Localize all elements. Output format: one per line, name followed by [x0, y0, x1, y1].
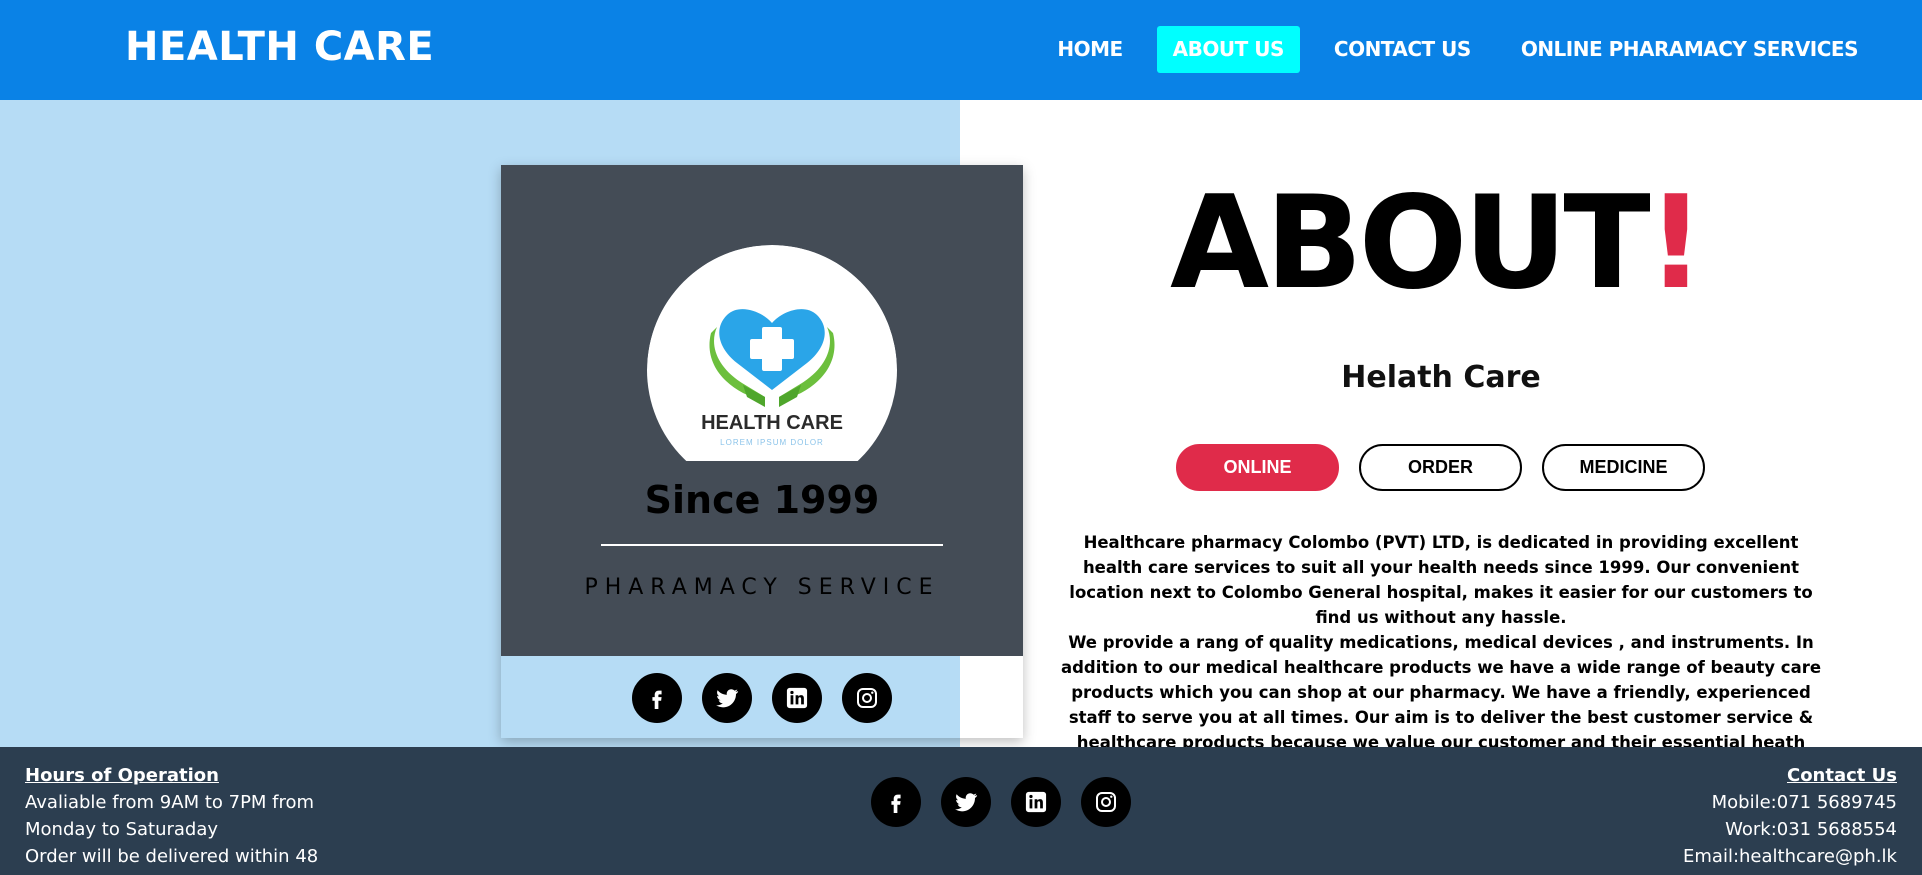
hours-line-3: Order will be delivered within 48: [25, 846, 319, 867]
facebook-icon[interactable]: [632, 673, 682, 723]
service-label: PHARAMACY SERVICE: [584, 575, 940, 600]
twitter-icon[interactable]: [702, 673, 752, 723]
nav-about-us[interactable]: ABOUT US: [1156, 26, 1300, 73]
profile-card: HEALTH CARE LOREM IPSUM DOLOR Since 1999…: [501, 165, 1023, 738]
about-heading-text: ABOUT: [1170, 169, 1651, 318]
contact-mobile: Mobile:071 5689745: [1711, 792, 1897, 813]
hours-title: Hours of Operation: [25, 765, 219, 786]
linkedin-icon[interactable]: [1011, 777, 1061, 827]
about-description-paragraph-1: Healthcare pharmacy Colombo (PVT) LTD, i…: [1069, 533, 1813, 627]
about-description: Healthcare pharmacy Colombo (PVT) LTD, i…: [1060, 530, 1822, 780]
contact-us: Contact Us Mobile:071 5689745 Work:031 5…: [1683, 762, 1897, 870]
contact-work: Work:031 5688554: [1725, 819, 1897, 840]
hours-of-operation: Hours of Operation Avaliable from 9AM to…: [25, 762, 318, 870]
top-navbar: HEALTH CARE HOME ABOUT US CONTACT US ONL…: [0, 0, 1922, 100]
site-brand[interactable]: HEALTH CARE: [125, 24, 434, 70]
about-pill-buttons: ONLINE ORDER MEDICINE: [1176, 444, 1705, 491]
twitter-icon[interactable]: [941, 777, 991, 827]
instagram-icon[interactable]: [842, 673, 892, 723]
about-heading: ABOUT!: [1170, 180, 1705, 308]
logo-text: HEALTH CARE: [701, 412, 843, 434]
nav-online-pharmacy[interactable]: ONLINE PHARAMACY SERVICES: [1505, 26, 1874, 73]
nav-home[interactable]: HOME: [1041, 26, 1138, 73]
logo-badge: HEALTH CARE LOREM IPSUM DOLOR: [647, 245, 897, 461]
logo-tagline: LOREM IPSUM DOLOR: [720, 438, 824, 447]
medicine-button[interactable]: MEDICINE: [1542, 444, 1705, 491]
instagram-icon[interactable]: [1081, 777, 1131, 827]
linkedin-icon[interactable]: [772, 673, 822, 723]
contact-email[interactable]: Email:healthcare@ph.lk: [1683, 843, 1897, 870]
since-heading: Since 1999: [644, 478, 880, 522]
card-divider: [601, 544, 943, 546]
hours-line-2: Monday to Saturaday: [25, 819, 219, 840]
order-button[interactable]: ORDER: [1359, 444, 1522, 491]
online-button[interactable]: ONLINE: [1176, 444, 1339, 491]
nav-contact-us[interactable]: CONTACT US: [1318, 26, 1487, 73]
main-nav: HOME ABOUT US CONTACT US ONLINE PHARAMAC…: [1041, 26, 1874, 73]
card-social-bar: [501, 656, 1023, 738]
about-subtitle: Helath Care: [1341, 360, 1541, 395]
hours-line-1: Avaliable from 9AM to 7PM from: [25, 792, 315, 813]
contact-title: Contact Us: [1786, 765, 1897, 786]
about-heading-exclamation: !: [1646, 169, 1705, 318]
facebook-icon[interactable]: [871, 777, 921, 827]
footer-social-links: [871, 777, 1131, 827]
card-top: HEALTH CARE LOREM IPSUM DOLOR Since 1999…: [501, 165, 1023, 656]
site-footer: Hours of Operation Avaliable from 9AM to…: [0, 747, 1922, 875]
card-social-links: [632, 673, 892, 723]
